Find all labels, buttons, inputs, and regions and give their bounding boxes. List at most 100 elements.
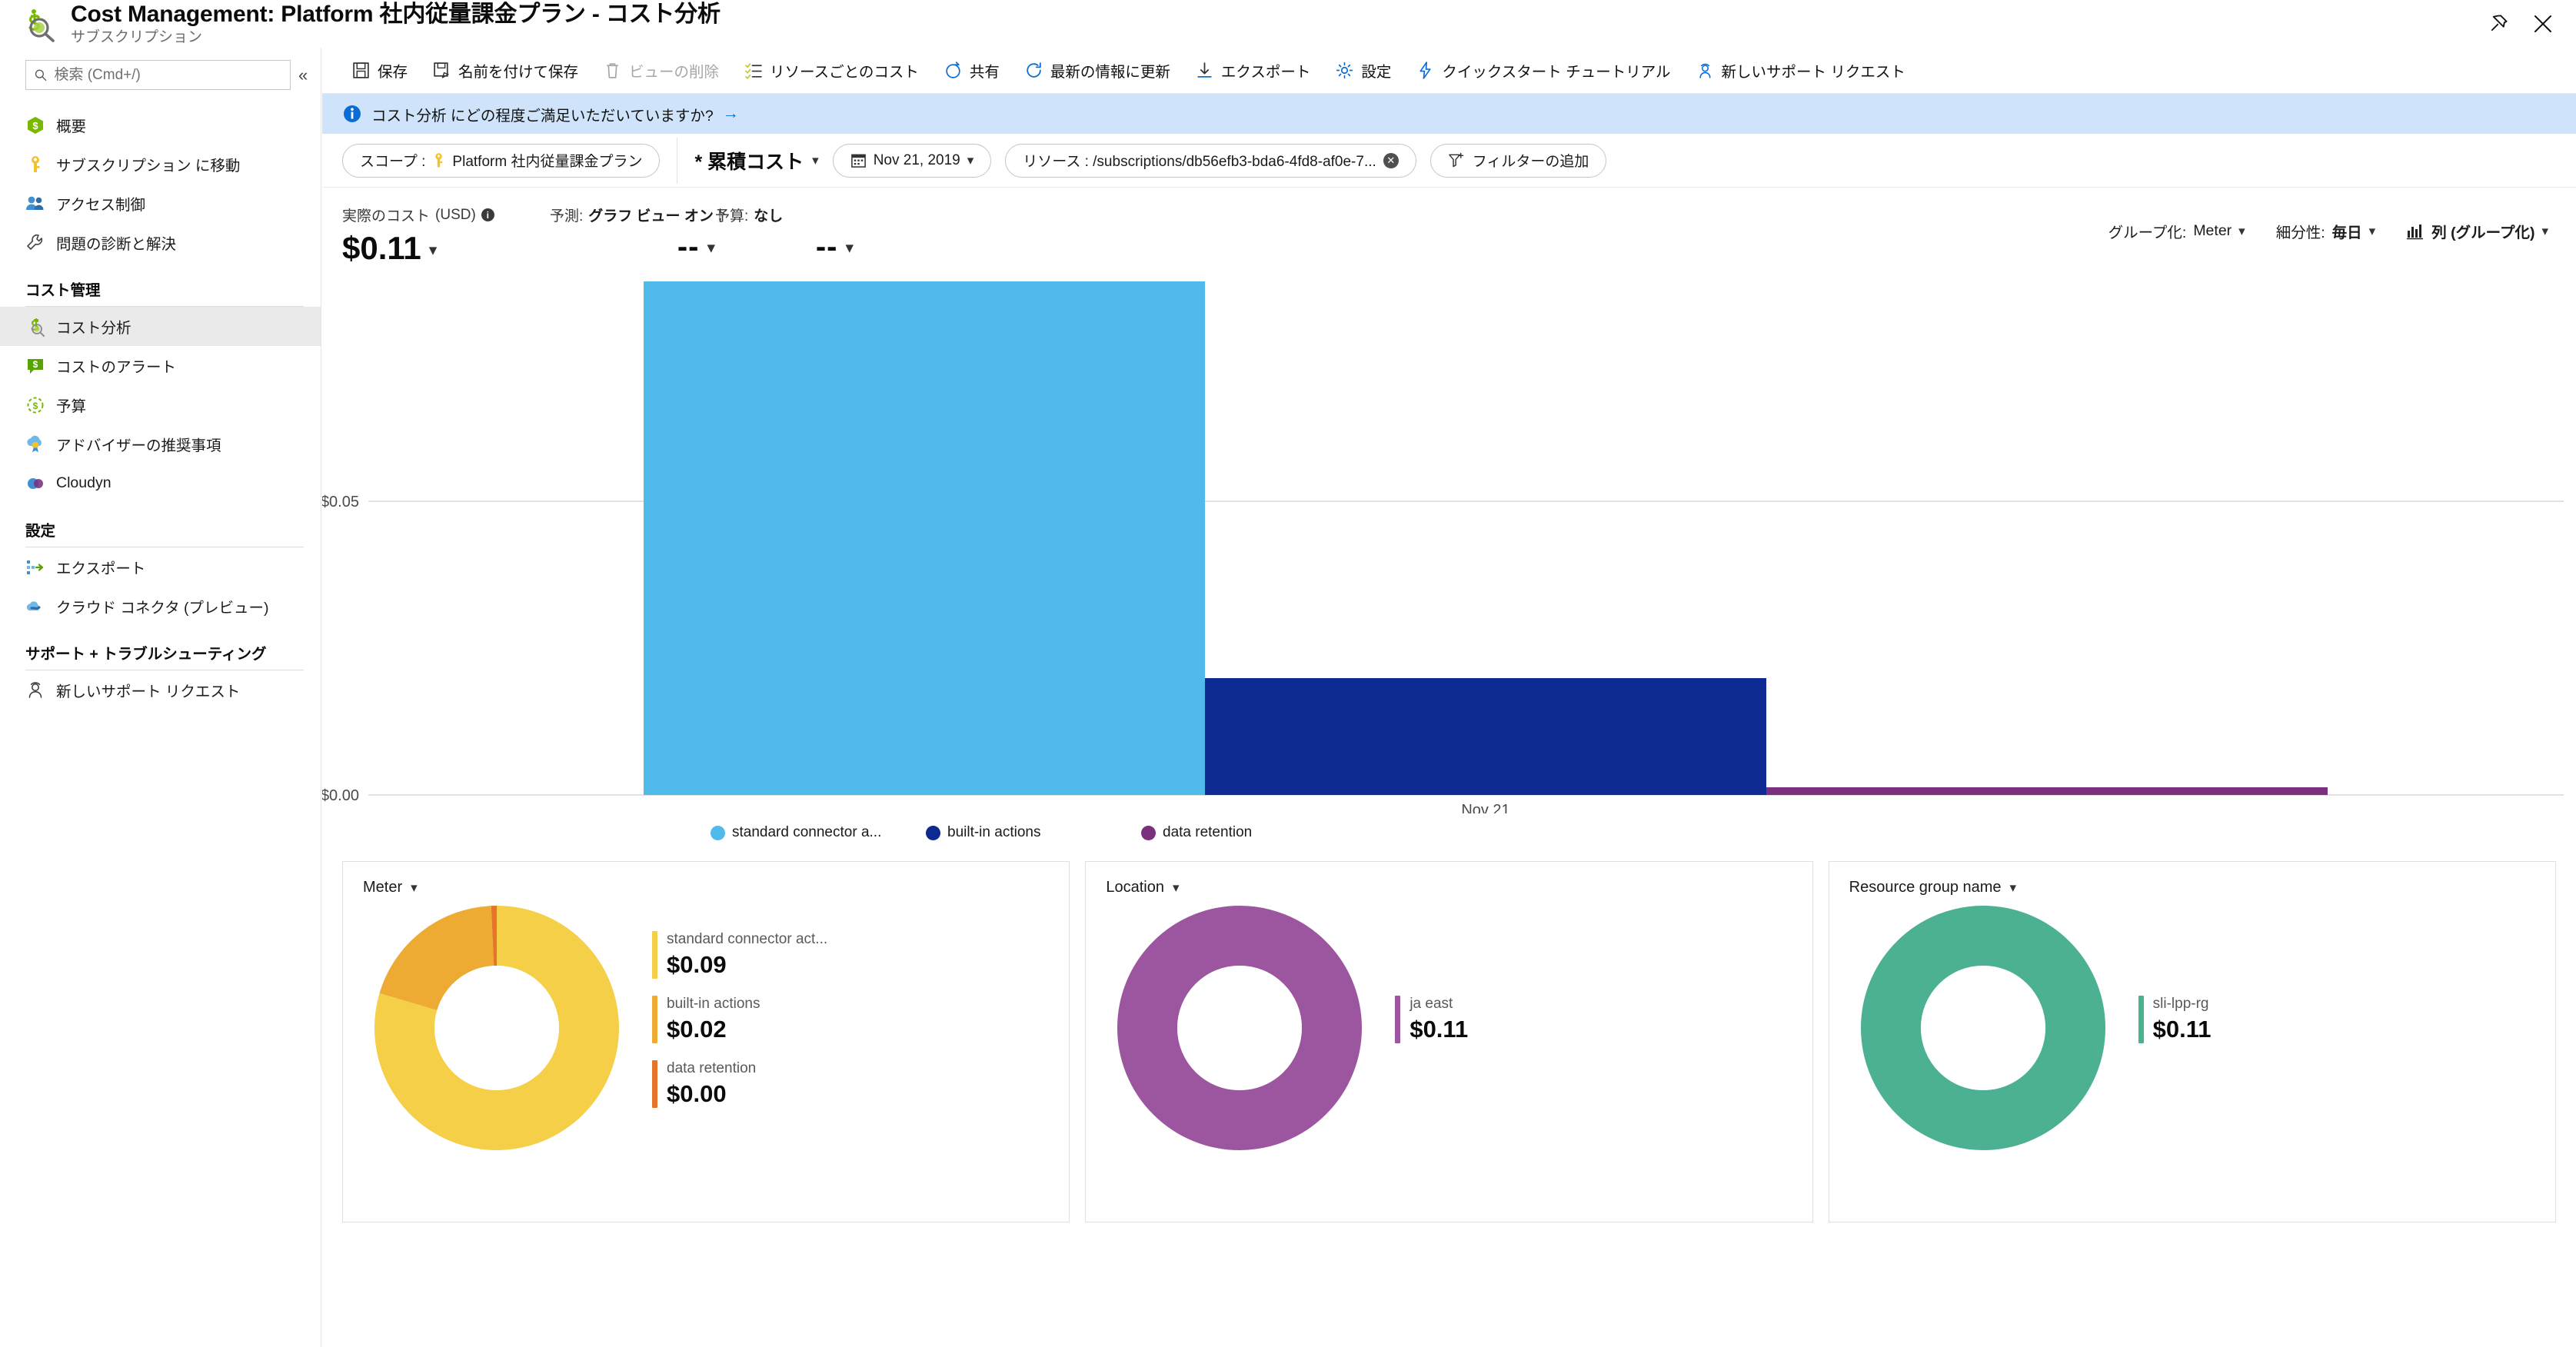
info-icon[interactable]: i xyxy=(481,208,494,221)
search-input[interactable] xyxy=(54,66,282,84)
card-title-selector[interactable]: Meter ▾ xyxy=(343,862,1069,896)
date-range-selector[interactable]: Nov 21, 2019 ▾ xyxy=(832,143,992,178)
sidebar-item-cloudyn[interactable]: Cloudyn xyxy=(0,464,321,503)
pin-icon[interactable] xyxy=(2487,12,2510,35)
legend-row[interactable]: ja east $0.11 xyxy=(1395,996,1468,1043)
budget-icon: $ xyxy=(27,397,44,413)
donut-chart-location[interactable] xyxy=(1117,901,1363,1155)
bar-built-in-actions[interactable] xyxy=(1205,678,1766,795)
x-tick-label: Nov 21 xyxy=(1461,802,1509,813)
sidebar-item-new-support-request[interactable]: 新しいサポート リクエスト xyxy=(0,670,321,710)
sidebar-item-diagnose[interactable]: 問題の診断と解決 xyxy=(0,223,321,262)
granularity-label: 細分性: xyxy=(2275,224,2325,241)
sidebar-item-overview[interactable]: $ 概要 xyxy=(0,105,321,145)
chart-controls: グループ化: Meter ▾ 細分性: 毎日 ▾ 列 (グループ化) ▾ xyxy=(2108,220,2548,242)
sidebar-item-cost-analysis[interactable]: コスト分析 xyxy=(0,307,321,346)
kpi-value-button[interactable]: -- ▾ xyxy=(715,230,854,264)
trash-icon xyxy=(607,63,618,78)
cost-analysis-icon xyxy=(31,318,45,337)
new-support-request-button[interactable]: 新しいサポート リクエスト xyxy=(1683,53,1918,88)
legend-label: built-in actions xyxy=(667,996,760,1013)
resource-filter-chip[interactable]: リソース : /subscriptions/db56efb3-bda6-4fd8… xyxy=(1005,143,1416,178)
chevron-down-icon: ▾ xyxy=(2238,223,2245,238)
close-icon[interactable]: ✕ xyxy=(1383,152,1399,168)
scope-filter-bar: スコープ : Platform 社内従量課金プラン * 累積コスト ▾ Nov … xyxy=(322,134,2576,188)
legend-item[interactable]: standard connector a... xyxy=(711,824,926,841)
kpi-value-button[interactable]: -- ▾ xyxy=(550,230,715,264)
bar-standard-connector[interactable] xyxy=(644,281,1205,795)
legend-item[interactable]: built-in actions xyxy=(926,824,1141,841)
sidebar-item-budget[interactable]: $ 予算 xyxy=(0,385,321,424)
granularity-selector[interactable]: 細分性: 毎日 ▾ xyxy=(2276,220,2375,242)
bar-chart-icon xyxy=(2407,224,2424,239)
overview-hex-icon: $ xyxy=(28,116,43,134)
legend-color-swatch xyxy=(711,825,725,840)
sidebar-item-advisor[interactable]: アドバイザーの推奨事項 xyxy=(0,424,321,464)
legend-label: standard connector act... xyxy=(667,931,828,948)
sidebar-item-cloud-connector[interactable]: クラウド コネクタ (プレビュー) xyxy=(0,587,321,626)
chart-legend: standard connector a... built-in actions… xyxy=(322,824,2576,841)
sidebar-item-access-control[interactable]: アクセス制御 xyxy=(0,184,321,223)
search-box[interactable] xyxy=(25,60,291,90)
legend-row[interactable]: sli-lpp-rg $0.11 xyxy=(2138,996,2212,1043)
sidebar-item-label: コストのアラート xyxy=(56,359,177,376)
cmd-label: 新しいサポート リクエスト xyxy=(1721,64,1905,81)
cost-by-resource-button[interactable]: リソースごとのコスト xyxy=(731,53,931,88)
bar-data-retention[interactable] xyxy=(1766,787,2328,795)
kpi-label-value: なし xyxy=(754,208,784,224)
cmd-label: リソースごとのコスト xyxy=(770,64,919,81)
sidebar-item-label: 新しいサポート リクエスト xyxy=(56,683,241,700)
legend-color-swatch xyxy=(926,825,940,840)
export-button[interactable]: エクスポート xyxy=(1183,53,1323,88)
feedback-arrow-icon[interactable]: → xyxy=(723,105,739,123)
support-person-icon xyxy=(1699,63,1711,78)
card-legend: standard connector act... $0.09 built-in… xyxy=(652,931,827,1124)
sidebar-collapse-button[interactable]: « xyxy=(298,66,308,84)
quickstart-tutorial-button[interactable]: クイックスタート チュートリアル xyxy=(1403,53,1682,88)
feedback-banner[interactable]: コスト分析 にどの程度ご満足いただいていますか? → xyxy=(322,94,2576,134)
kpi-label: 実際のコスト (USD) i xyxy=(342,205,550,225)
donut-chart-resource-group[interactable] xyxy=(1860,901,2106,1155)
sidebar-item-label: アドバイザーの推奨事項 xyxy=(56,437,221,454)
save-as-button[interactable]: 名前を付けて保存 xyxy=(420,53,591,88)
feedback-text: コスト分析 にどの程度ご満足いただいていますか? xyxy=(371,107,714,125)
cmd-label: 最新の情報に更新 xyxy=(1050,64,1170,81)
chart-type-selector[interactable]: 列 (グループ化) ▾ xyxy=(2406,220,2548,242)
legend-row[interactable]: standard connector act... $0.09 xyxy=(652,931,827,979)
group-by-selector[interactable]: グループ化: Meter ▾ xyxy=(2108,220,2245,242)
card-title-selector[interactable]: Location ▾ xyxy=(1086,862,1812,896)
refresh-button[interactable]: 最新の情報に更新 xyxy=(1012,53,1183,88)
kpi-label: 予測: グラフ ビュー オン i xyxy=(550,205,722,225)
close-icon[interactable] xyxy=(2531,12,2554,35)
scope-selector[interactable]: スコープ : Platform 社内従量課金プラン xyxy=(342,143,661,178)
legend-row[interactable]: data retention $0.00 xyxy=(652,1059,827,1108)
chevron-down-icon: ▾ xyxy=(428,241,438,259)
view-name-selector[interactable]: * 累積コスト ▾ xyxy=(694,147,818,175)
sidebar-item-cost-alerts[interactable]: $ コストのアラート xyxy=(0,346,321,385)
card-title-selector[interactable]: Resource group name ▾ xyxy=(1829,862,2555,896)
group-by-value: Meter xyxy=(2193,222,2232,239)
cost-chart-svg[interactable]: $0.00 $0.05 Nov 21 xyxy=(322,275,2576,813)
add-filter-label: フィルターの追加 xyxy=(1472,154,1589,170)
support-person-icon xyxy=(28,681,42,698)
kpi-label-value: グラフ ビュー オン xyxy=(588,208,714,224)
settings-button[interactable]: 設定 xyxy=(1323,53,1403,88)
share-button[interactable]: 共有 xyxy=(931,53,1012,88)
chevron-down-icon: ▾ xyxy=(967,152,974,168)
save-button[interactable]: 保存 xyxy=(339,53,420,88)
sidebar-item-label: 予算 xyxy=(56,398,87,415)
donut-chart-meter[interactable] xyxy=(374,901,620,1155)
scope-label: スコープ : xyxy=(360,154,426,170)
kpi-value-button[interactable]: $0.11 ▾ xyxy=(342,230,550,267)
granularity-value: 毎日 xyxy=(2331,224,2362,241)
scope-value: Platform 社内従量課金プラン xyxy=(452,154,643,170)
sidebar-item-subscription[interactable]: サブスクリプション に移動 xyxy=(0,145,321,184)
card-title: Meter xyxy=(363,879,403,896)
legend-item[interactable]: data retention xyxy=(1141,824,1252,841)
legend-row[interactable]: built-in actions $0.02 xyxy=(652,996,827,1043)
sidebar-item-export[interactable]: エクスポート xyxy=(0,547,321,587)
breakdown-cards: Meter ▾ standard connector act... $0.09 xyxy=(322,844,2576,1222)
info-icon xyxy=(344,105,361,122)
sidebar-search-row: « xyxy=(0,48,321,95)
add-filter-button[interactable]: フィルターの追加 xyxy=(1429,143,1607,178)
